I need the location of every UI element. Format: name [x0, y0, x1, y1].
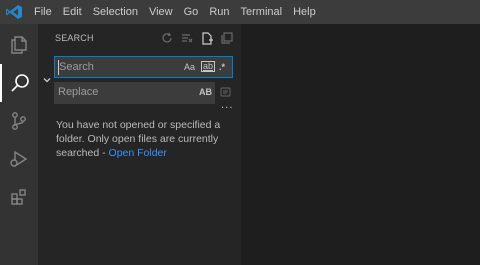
open-folder-link[interactable]: Open Folder — [109, 147, 167, 159]
replace-input[interactable]: Replace AB — [54, 82, 215, 104]
menu-help[interactable]: Help — [293, 5, 322, 20]
menu-terminal[interactable]: Terminal — [241, 5, 289, 20]
match-whole-word-icon[interactable]: ab — [201, 61, 216, 72]
search-sidebar: SEARCH Search Aa ab .* Replace AB ··· Yo… — [38, 24, 241, 265]
activity-run-debug[interactable] — [0, 140, 38, 178]
menu-file[interactable]: File — [34, 5, 58, 20]
new-file-icon — [201, 31, 213, 45]
menu-edit[interactable]: Edit — [63, 5, 88, 20]
run-debug-icon — [10, 150, 28, 168]
use-regex-icon[interactable]: .* — [219, 61, 225, 73]
editor-area — [241, 24, 480, 265]
menu-bar: File Edit Selection View Go Run Terminal… — [34, 5, 327, 20]
match-case-icon[interactable]: Aa — [184, 61, 195, 73]
refresh-button[interactable] — [160, 31, 174, 45]
collapse-all-button[interactable] — [220, 31, 234, 45]
more-options-icon[interactable]: ··· — [221, 103, 234, 114]
activity-extensions[interactable] — [0, 178, 38, 216]
title-bar: File Edit Selection View Go Run Terminal… — [0, 0, 480, 24]
replace-placeholder: Replace — [58, 86, 99, 98]
search-input[interactable]: Search Aa ab .* — [54, 56, 233, 78]
no-folder-message: You have not opened or specified a folde… — [56, 118, 234, 160]
activity-source-control[interactable] — [0, 102, 38, 140]
preserve-case-icon[interactable]: AB — [199, 86, 212, 98]
menu-run[interactable]: Run — [209, 5, 235, 20]
replace-all-icon[interactable] — [219, 85, 233, 99]
chevron-down-icon[interactable] — [42, 75, 52, 85]
new-search-editor-button[interactable] — [200, 31, 214, 45]
search-placeholder: Search — [59, 61, 94, 73]
clear-all-icon — [182, 34, 193, 43]
activity-search[interactable] — [0, 64, 38, 102]
search-toolbar — [154, 31, 234, 45]
search-icon — [11, 74, 29, 92]
explorer-icon — [11, 36, 27, 54]
refresh-icon — [162, 32, 172, 43]
menu-view[interactable]: View — [149, 5, 179, 20]
clear-results-button[interactable] — [180, 31, 194, 45]
vscode-logo-icon — [6, 5, 22, 19]
menu-go[interactable]: Go — [184, 5, 205, 20]
activity-explorer[interactable] — [0, 26, 38, 64]
extensions-icon — [11, 189, 26, 205]
sidebar-title: SEARCH — [55, 33, 94, 43]
menu-selection[interactable]: Selection — [93, 5, 144, 20]
activity-bar — [0, 24, 38, 265]
collapse-all-icon — [221, 32, 233, 44]
source-control-icon — [12, 112, 26, 130]
